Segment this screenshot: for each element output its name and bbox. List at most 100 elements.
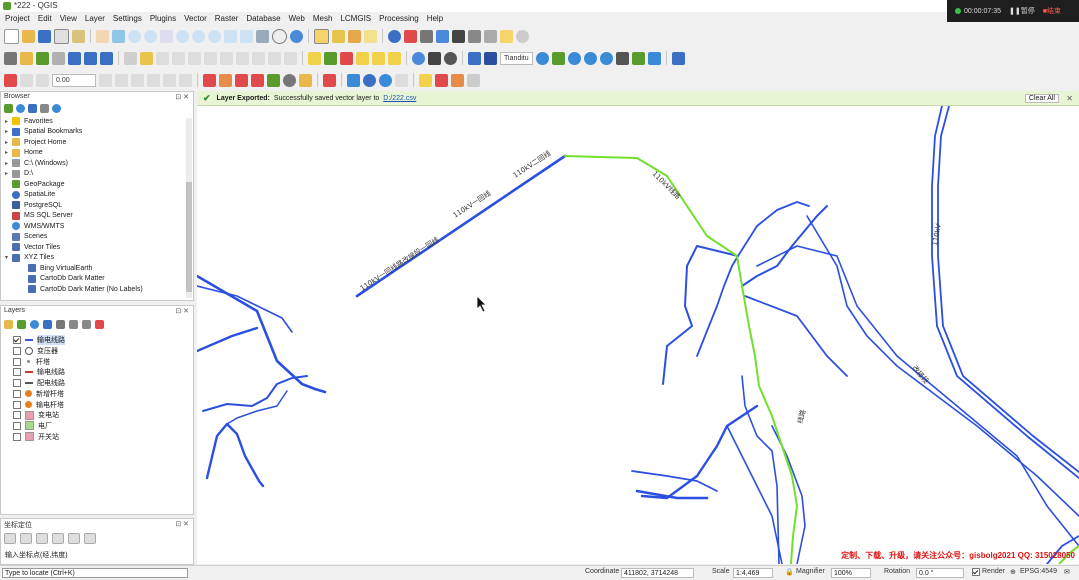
browser-item[interactable]: CartoDb Dark Matter (No Labels) — [21, 284, 143, 295]
plugin-tools-icon[interactable] — [671, 51, 685, 65]
label-offset-icon[interactable] — [163, 73, 176, 87]
label-rotation-icon[interactable] — [179, 73, 192, 87]
menu-layer[interactable]: Layer — [85, 14, 105, 23]
expand-arrow-icon[interactable]: ▸ — [5, 149, 12, 156]
plugin-python-icon[interactable] — [428, 51, 441, 65]
pin-icon[interactable] — [435, 73, 448, 87]
attribute-table-icon[interactable] — [468, 29, 481, 43]
menu-settings[interactable]: Settings — [113, 14, 142, 23]
zoom-last-icon[interactable] — [224, 29, 237, 43]
crs-globe-icon[interactable]: ⊕ — [1010, 568, 1016, 576]
refresh-icon[interactable] — [290, 29, 303, 43]
pencil-icon[interactable] — [140, 51, 153, 65]
add-delimited-text-icon[interactable] — [52, 51, 65, 65]
map-tips-icon[interactable] — [516, 29, 529, 43]
digitize-icon[interactable] — [203, 73, 216, 87]
layer-item[interactable]: 变压器 — [13, 346, 58, 357]
plugin-sync-icon[interactable] — [567, 51, 581, 65]
label-shadow-icon[interactable] — [147, 73, 160, 87]
plugin-camera-icon[interactable] — [444, 51, 457, 65]
measure-icon[interactable] — [484, 29, 497, 43]
label-icon[interactable] — [308, 51, 321, 65]
note-icon[interactable] — [419, 73, 432, 87]
tianditu-plugin-button[interactable]: Tianditu — [500, 51, 533, 65]
copy-features-icon[interactable] — [236, 51, 249, 65]
plugin-sync3-icon[interactable] — [599, 51, 613, 65]
coordinate-field[interactable]: 411802, 3714248 — [621, 568, 694, 578]
select-by-value-icon[interactable] — [332, 29, 345, 43]
recorder-pause-button[interactable]: ❚❚暂停 — [1009, 6, 1035, 16]
snapping-icon[interactable] — [299, 73, 312, 87]
select-features-icon[interactable] — [314, 28, 329, 44]
add-selected-icon[interactable] — [4, 104, 13, 113]
map-canvas[interactable]: 110kV一回线路改接段一回线 110kV一回线 110kV二回线 110kV线… — [197, 106, 1079, 564]
zoom-in-icon[interactable] — [128, 29, 141, 43]
mark-icon[interactable] — [36, 533, 48, 544]
menu-view[interactable]: View — [60, 14, 77, 23]
new-layer-icon[interactable] — [4, 51, 17, 65]
edit-toggle-icon[interactable] — [124, 51, 137, 65]
remove-layer-icon[interactable] — [95, 320, 104, 329]
layer-item[interactable]: 杆塔 — [13, 356, 50, 367]
web-globe-icon[interactable] — [283, 73, 296, 87]
magnifier-field[interactable]: 100% — [831, 568, 871, 578]
pan-to-icon[interactable] — [20, 533, 32, 544]
filter-icon[interactable] — [28, 104, 37, 113]
delete-feature-icon[interactable] — [204, 51, 217, 65]
expression-filter-icon[interactable] — [56, 320, 65, 329]
zoom-feature-icon[interactable] — [235, 73, 248, 87]
rotation-field[interactable]: 0.0 ° — [916, 568, 964, 578]
browser-item[interactable]: ▸ Project Home — [5, 137, 66, 148]
table-icon[interactable] — [451, 73, 464, 87]
collapse-all-icon[interactable] — [40, 104, 49, 113]
layer-item[interactable]: 新增杆塔 — [13, 389, 64, 400]
plugin-chart-icon[interactable] — [615, 51, 629, 65]
pan-to-selection-icon[interactable] — [112, 29, 125, 43]
layer-visibility-checkbox[interactable] — [13, 432, 21, 441]
copy-icon[interactable] — [52, 533, 64, 544]
menu-raster[interactable]: Raster — [215, 14, 239, 23]
browser-item[interactable]: ▾ XYZ Tiles — [5, 253, 54, 264]
plugin-globe-icon[interactable] — [412, 51, 425, 65]
clear-all-button[interactable]: Clear All — [1024, 93, 1059, 103]
label-move-icon[interactable] — [356, 51, 369, 65]
plugin-map-icon[interactable] — [631, 51, 645, 65]
annotation-icon[interactable] — [500, 29, 513, 43]
add-vector-icon[interactable] — [20, 51, 33, 65]
cut-features-icon[interactable] — [220, 51, 233, 65]
zoom-layer-icon[interactable] — [192, 29, 205, 43]
layer-item[interactable]: 变电站 — [13, 410, 59, 421]
zoom-native-icon[interactable] — [208, 29, 221, 43]
gear-icon[interactable] — [363, 73, 376, 87]
collapse-all-icon[interactable] — [82, 320, 91, 329]
paste-features-icon[interactable] — [252, 51, 265, 65]
menu-plugins[interactable]: Plugins — [150, 14, 176, 23]
add-feature-icon[interactable] — [172, 51, 185, 65]
message-link[interactable]: D:/222.csv — [383, 95, 416, 102]
browser-item[interactable]: ▸ Favorites — [5, 116, 53, 127]
scale-field[interactable]: 1:4,469 — [733, 568, 773, 578]
layer-visibility-checkbox[interactable] — [13, 400, 21, 409]
plugin-layers-icon[interactable] — [551, 51, 565, 65]
label-highlight-icon[interactable] — [340, 51, 353, 65]
plugin-sync2-icon[interactable] — [583, 51, 597, 65]
info-icon[interactable] — [52, 104, 61, 113]
render-checkbox[interactable] — [972, 568, 982, 578]
label-toolbar-icon[interactable] — [4, 73, 17, 87]
zoom-selection-icon[interactable] — [176, 29, 189, 43]
expand-all-icon[interactable] — [69, 320, 78, 329]
plugin-tile-icon[interactable] — [647, 51, 661, 65]
add-wms-icon[interactable] — [100, 51, 113, 65]
python-console-icon[interactable] — [347, 73, 360, 87]
add-group-icon[interactable] — [17, 320, 26, 329]
menu-database[interactable]: Database — [246, 14, 280, 23]
zoom-out-icon[interactable] — [144, 29, 157, 43]
add-spatialite-icon[interactable] — [68, 51, 81, 65]
lock-icon[interactable]: 🔒 — [785, 568, 794, 576]
layer-visibility-checkbox[interactable] — [13, 357, 21, 366]
layer-item[interactable]: 配电线路 — [13, 378, 65, 389]
label-italic-icon[interactable] — [36, 73, 49, 87]
zoom-full-icon[interactable] — [160, 29, 173, 43]
statistical-summary-icon[interactable] — [452, 29, 465, 43]
menu-lcmgis[interactable]: LCMGIS — [340, 14, 371, 23]
